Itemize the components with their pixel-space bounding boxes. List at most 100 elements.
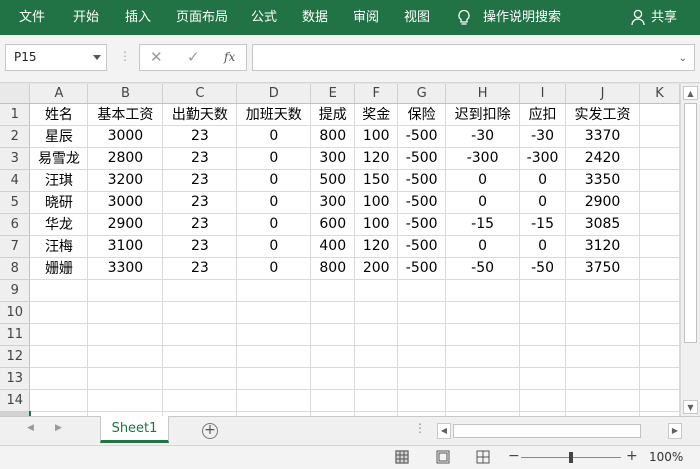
cell-h10[interactable] [445,301,521,324]
cell-f14[interactable] [354,389,399,412]
cell-j1[interactable]: 实发工资 [565,103,640,126]
cell-a9[interactable] [29,279,89,302]
row-header[interactable]: 4 [0,169,31,192]
cell-g13[interactable] [397,367,447,390]
cell-k9[interactable] [639,279,680,302]
cell-i12[interactable] [519,345,567,368]
cell-c11[interactable] [162,323,238,346]
cell-e3[interactable]: 300 [310,147,356,170]
cell-g11[interactable] [397,323,447,346]
select-all-corner[interactable] [0,84,31,104]
cell-d10[interactable] [236,301,312,324]
cell-g10[interactable] [397,301,447,324]
cell-e5[interactable]: 300 [310,191,356,214]
scroll-left-icon[interactable]: ◀ [437,423,451,439]
cell-i9[interactable] [519,279,567,302]
cell-d11[interactable] [236,323,312,346]
cell-b9[interactable] [87,279,164,302]
normal-view-icon[interactable] [395,450,409,464]
cell-k3[interactable] [639,147,680,170]
cell-g8[interactable]: -500 [397,257,447,280]
cell-e7[interactable]: 400 [310,235,356,258]
worksheet-grid[interactable]: ABCDEFGHIJK 1 姓名 基本工资 出勤天数 加班天数 提成 奖金 保险 迟到扣除 应扣实… [0,84,680,416]
cell-h1[interactable]: 迟到扣除 [445,103,521,126]
cell-e10[interactable] [310,301,356,324]
cell-b3[interactable]: 2800 [87,147,164,170]
cell-c10[interactable] [162,301,238,324]
next-sheet-icon[interactable]: ▶ [55,423,62,433]
cell-c14[interactable] [162,389,238,412]
cell-b10[interactable] [87,301,164,324]
column-header-i[interactable]: I [519,84,567,104]
column-header-h[interactable]: H [445,84,521,104]
cell-g14[interactable] [397,389,447,412]
cell-c1[interactable]: 出勤天数 [162,103,238,126]
cell-f1[interactable]: 奖金 [354,103,399,126]
cell-i2[interactable]: -30 [519,125,567,148]
cell-d1[interactable]: 加班天数 [236,103,312,126]
cell-i1[interactable]: 应扣 [519,103,567,126]
cell-c3[interactable]: 23 [162,147,238,170]
cell-c9[interactable] [162,279,238,302]
cell-b12[interactable] [87,345,164,368]
tab-page-layout[interactable]: 页面布局 [176,0,228,35]
scroll-right-icon[interactable]: ▶ [668,423,682,439]
cell-d13[interactable] [236,367,312,390]
cell-e13[interactable] [310,367,356,390]
cell-h9[interactable] [445,279,521,302]
cell-i10[interactable] [519,301,567,324]
cell-e8[interactable]: 800 [310,257,356,280]
cell-i8[interactable]: -50 [519,257,567,280]
cell-c8[interactable]: 23 [162,257,238,280]
cell-k1[interactable] [639,103,680,126]
cell-e6[interactable]: 600 [310,213,356,236]
row-header[interactable]: 11 [0,323,31,346]
tab-data[interactable]: 数据 [302,0,328,35]
cell-a4[interactable]: 汪琪 [29,169,89,192]
cell-i14[interactable] [519,389,567,412]
cell-f9[interactable] [354,279,399,302]
prev-sheet-icon[interactable]: ◀ [27,423,34,433]
tab-file[interactable]: 文件 [19,0,45,35]
page-break-view-icon[interactable] [476,450,490,464]
tab-home[interactable]: 开始 [73,0,99,35]
cell-f7[interactable]: 120 [354,235,399,258]
zoom-slider-thumb[interactable] [569,452,573,463]
cell-e14[interactable] [310,389,356,412]
cell-a6[interactable]: 华龙 [29,213,89,236]
cell-g4[interactable]: -500 [397,169,447,192]
zoom-level[interactable]: 100% [649,450,683,464]
cell-i7[interactable]: 0 [519,235,567,258]
cell-d3[interactable]: 0 [236,147,312,170]
cell-d5[interactable]: 0 [236,191,312,214]
cell-d8[interactable]: 0 [236,257,312,280]
cell-f13[interactable] [354,367,399,390]
cell-h12[interactable] [445,345,521,368]
cell-j4[interactable]: 3350 [565,169,640,192]
cell-a10[interactable] [29,301,89,324]
tell-me-search[interactable]: 操作说明搜索 [483,0,561,35]
cell-j13[interactable] [565,367,640,390]
formula-bar-grip[interactable]: ⋮ [119,49,131,63]
cell-k12[interactable] [639,345,680,368]
cell-f10[interactable] [354,301,399,324]
cell-f6[interactable]: 100 [354,213,399,236]
cell-b2[interactable]: 3000 [87,125,164,148]
cell-c13[interactable] [162,367,238,390]
cell-h3[interactable]: -300 [445,147,521,170]
cell-k14[interactable] [639,389,680,412]
row-header[interactable]: 10 [0,301,31,324]
cell-h4[interactable]: 0 [445,169,521,192]
cell-i3[interactable]: -300 [519,147,567,170]
cell-c2[interactable]: 23 [162,125,238,148]
cell-j5[interactable]: 2900 [565,191,640,214]
cell-b6[interactable]: 2900 [87,213,164,236]
row-header[interactable]: 14 [0,389,31,412]
tab-formulas[interactable]: 公式 [251,0,277,35]
column-header-f[interactable]: F [354,84,399,104]
horizontal-scrollbar[interactable]: ◀ ▶ [437,423,682,439]
cell-k8[interactable] [639,257,680,280]
zoom-out-button[interactable]: − [508,448,520,464]
cell-j2[interactable]: 3370 [565,125,640,148]
row-header[interactable]: 12 [0,345,31,368]
